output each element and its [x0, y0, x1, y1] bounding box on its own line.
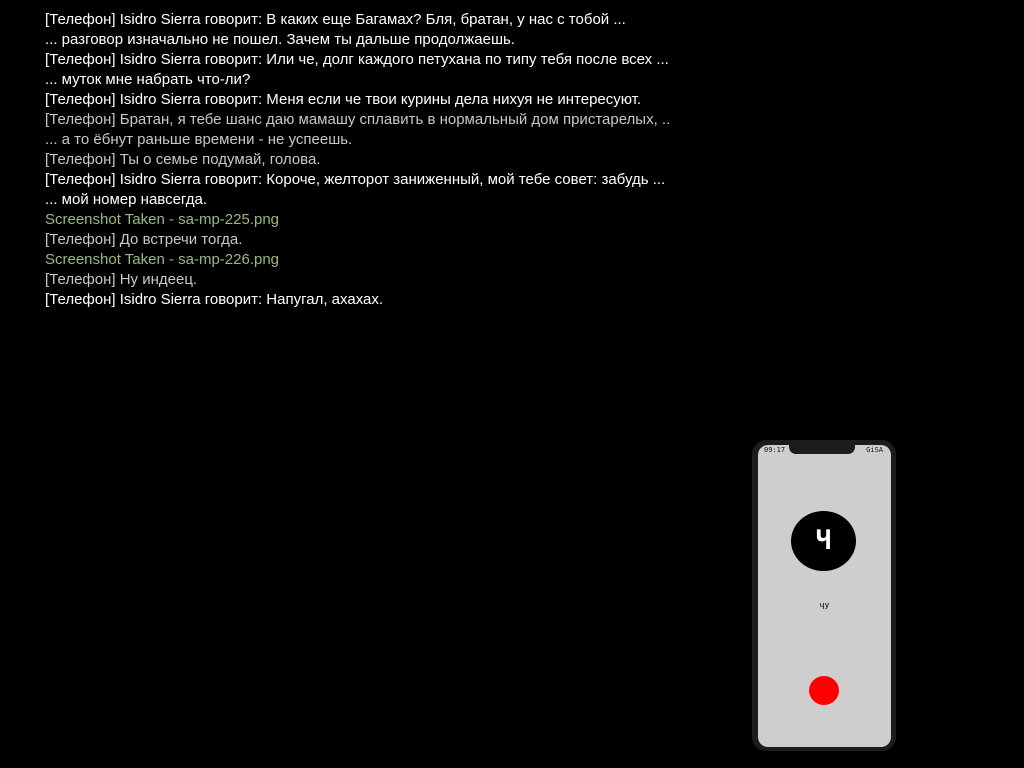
phone-screen: 09:17 GiSA Ч ЧУ	[758, 445, 891, 747]
chat-log: [Телефон] Isidro Sierra говорит: В каких…	[45, 10, 845, 310]
hangup-button[interactable]	[809, 676, 839, 705]
chat-line: ... разговор изначально не пошел. Зачем …	[45, 31, 515, 48]
chat-line: [Телефон] Isidro Sierra говорит: Или че,…	[45, 51, 669, 68]
chat-line: [Телефон] До встречи тогда.	[45, 231, 243, 248]
chat-line: [Телефон] Isidro Sierra говорит: Напугал…	[45, 291, 384, 308]
chat-line: ... а то ёбнут раньше времени - не успее…	[45, 131, 353, 148]
chat-line: [Телефон] Братан, я тебе шанс даю мамашу…	[45, 111, 671, 128]
chat-line: [Телефон] Isidro Sierra говорит: Меня ес…	[45, 91, 642, 108]
phone-status-time: 09:17	[764, 446, 786, 454]
chat-line: ... мой номер навсегда.	[45, 191, 207, 208]
chat-line: [Телефон] Isidro Sierra говорит: Короче,…	[45, 171, 666, 188]
phone-status-network: GiSA	[866, 446, 883, 454]
chat-line: ... муток мне набрать что-ли?	[45, 71, 251, 88]
phone-notch	[789, 445, 855, 454]
chat-line: Screenshot Taken - sa-mp-226.png	[45, 251, 280, 268]
caller-name: ЧУ	[819, 602, 830, 611]
chat-line: [Телефон] Ты о семье подумай, голова.	[45, 151, 321, 168]
caller-avatar: Ч	[791, 511, 856, 571]
phone: 09:17 GiSA Ч ЧУ	[752, 440, 896, 751]
chat-line: [Телефон] Isidro Sierra говорит: В каких…	[45, 11, 626, 28]
caller-initial: Ч	[815, 526, 832, 556]
chat-line: Screenshot Taken - sa-mp-225.png	[45, 211, 280, 228]
chat-line: [Телефон] Ну индеец.	[45, 271, 198, 288]
